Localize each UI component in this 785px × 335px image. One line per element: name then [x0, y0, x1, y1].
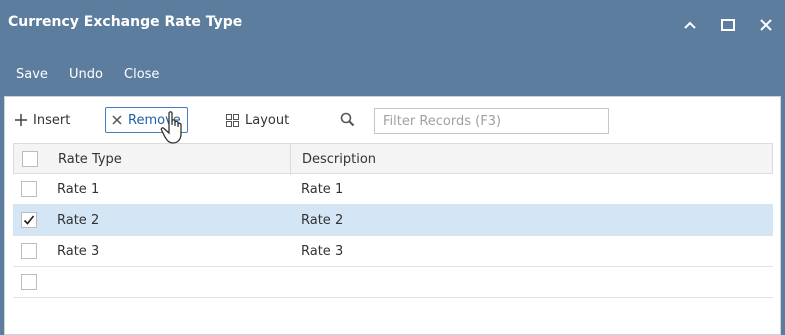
description-cell[interactable]: Rate 2: [301, 213, 343, 228]
row-checkbox[interactable]: [21, 212, 37, 228]
table-row[interactable]: Rate 1 Rate 1: [13, 174, 773, 205]
x-icon: [112, 115, 122, 125]
grid-toolbar: Insert Remove Layout: [5, 97, 780, 141]
save-button[interactable]: Save: [16, 67, 48, 82]
layout-label: Layout: [245, 112, 290, 128]
rate-type-cell[interactable]: Rate 3: [57, 244, 99, 259]
minimize-icon[interactable]: [679, 14, 701, 36]
column-header-description[interactable]: Description: [302, 152, 376, 167]
description-cell[interactable]: Rate 1: [301, 182, 343, 197]
column-header-rate-type[interactable]: Rate Type: [58, 152, 122, 167]
grid-layout-icon: [226, 113, 239, 127]
rate-type-cell[interactable]: Rate 2: [57, 213, 99, 228]
checkmark-icon: [23, 215, 35, 225]
rate-type-cell[interactable]: Rate 1: [57, 182, 99, 197]
undo-button[interactable]: Undo: [69, 67, 103, 82]
close-icon[interactable]: [755, 14, 777, 36]
hand-pointer-cursor-icon: [160, 110, 188, 150]
close-button[interactable]: Close: [124, 67, 159, 82]
filter-records-input[interactable]: [374, 108, 609, 134]
insert-label: Insert: [33, 112, 71, 128]
menu-bar: Save Undo Close: [0, 50, 785, 96]
grid-panel: Insert Remove Layout Filter Records (F3)…: [4, 96, 781, 335]
window: Currency Exchange Rate Type Save Undo Cl…: [0, 0, 785, 335]
layout-button[interactable]: Layout: [226, 107, 289, 133]
search-icon: [340, 112, 355, 131]
table-row[interactable]: Rate 2 Rate 2: [13, 205, 773, 236]
row-checkbox[interactable]: [21, 243, 37, 259]
grid-header-row: Rate Type Description: [13, 143, 773, 175]
row-checkbox[interactable]: [21, 181, 37, 197]
window-title: Currency Exchange Rate Type: [8, 14, 243, 30]
insert-button[interactable]: Insert: [15, 107, 70, 133]
description-cell[interactable]: Rate 3: [301, 244, 343, 259]
column-divider: [290, 144, 291, 175]
rate-type-grid: Rate Type Description Rate 1 Rate 1 Rate…: [13, 143, 773, 298]
table-row-empty[interactable]: [13, 267, 773, 298]
table-row[interactable]: Rate 3 Rate 3: [13, 236, 773, 267]
plus-icon: [15, 114, 27, 126]
maximize-icon[interactable]: [717, 14, 739, 36]
row-checkbox[interactable]: [21, 274, 37, 290]
title-bar: Currency Exchange Rate Type: [0, 0, 785, 50]
select-all-checkbox[interactable]: [22, 151, 38, 167]
